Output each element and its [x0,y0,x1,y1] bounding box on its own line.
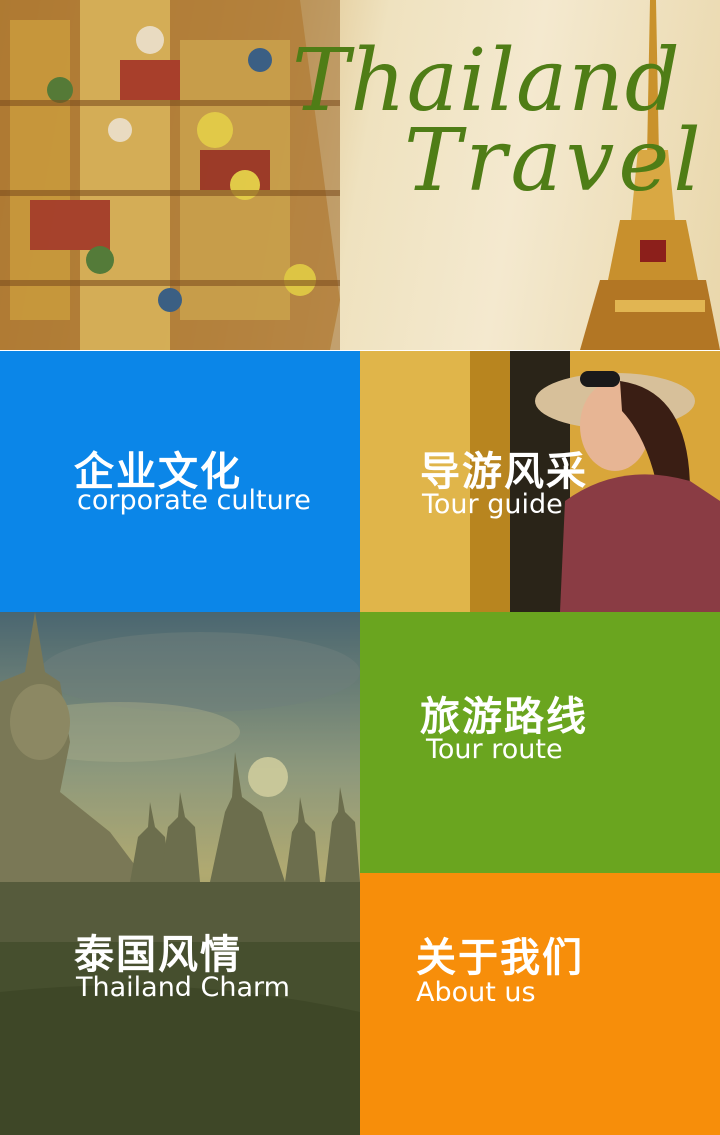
tile-corporate-culture[interactable]: 企业文化 corporate culture [0,351,360,612]
tile-thailand-charm[interactable]: 泰国风情 Thailand Charm [0,612,360,1135]
hero-banner: Thailand Travel [0,0,720,350]
hero-title: Thailand Travel [292,38,712,204]
tile-tour-route[interactable]: 旅游路线 Tour route [360,612,720,873]
tile-title-en: corporate culture [77,485,311,516]
tile-tour-guide[interactable]: 导游风采 Tour guide [360,351,720,612]
tile-about-us[interactable]: 关于我们 About us [360,873,720,1135]
tile-title-en: Tour route [426,734,563,765]
tile-title-en: Thailand Charm [76,972,290,1003]
buddha-statues-photo [0,612,360,1135]
tile-title-en: About us [416,977,536,1008]
app-screen: Thailand Travel 企业文化 corporate culture 导… [0,0,720,1135]
tile-title-en: Tour guide [422,489,563,520]
hero-title-line2: Travel [404,111,705,211]
tile-title-zh: 关于我们 [416,935,584,981]
